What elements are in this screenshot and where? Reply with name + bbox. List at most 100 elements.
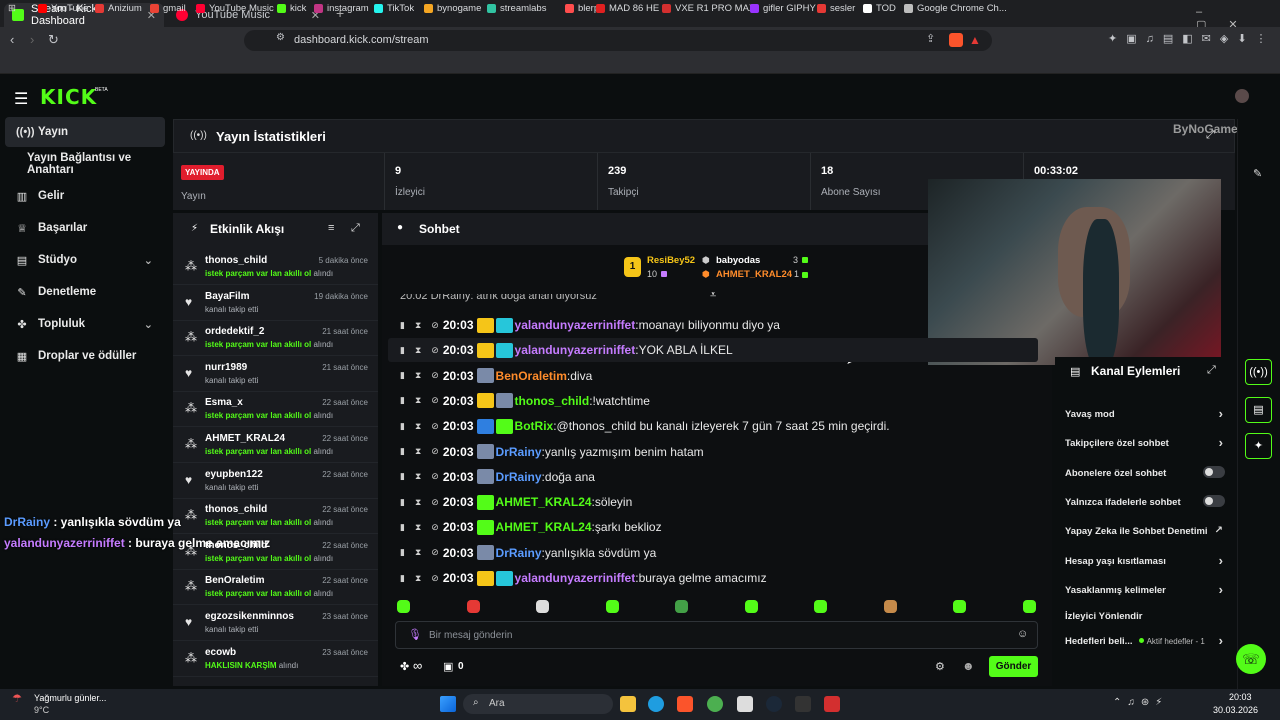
bookmark-item[interactable]: Google Chrome Ch... (904, 3, 1007, 14)
bookmark-item[interactable]: TOD (863, 3, 896, 14)
ban-icon[interactable]: ⊘ (431, 497, 439, 508)
chat-username[interactable]: thonos_child (515, 394, 590, 408)
timeout-icon[interactable]: ⧗ (415, 547, 421, 558)
channel-action-item[interactable]: Yalnızca ifadelerle sohbet (1065, 495, 1225, 508)
trash-icon[interactable]: ▣ (443, 660, 453, 673)
ban-icon[interactable]: ⊘ (431, 370, 439, 381)
toggle-switch[interactable] (1203, 466, 1225, 478)
activity-item[interactable]: ⁂ thonos_child 22 saat önce istek parçam va… (173, 535, 378, 570)
channel-action-item[interactable]: Yapay Zeka ile Sohbet Denetimi ↗ (1065, 525, 1225, 537)
bookmark-item[interactable]: VXE R1 PRO MAX (662, 3, 755, 14)
activity-item[interactable]: ⁂ ecowb 23 saat önce HAKLISIN KARŞİM alındı (173, 642, 378, 677)
chevron-down-icon[interactable]: ⌄ (144, 318, 153, 331)
chat-username[interactable]: AHMET_KRAL24 (496, 520, 592, 534)
delete-message-icon[interactable]: ▮ (400, 497, 405, 508)
file-explorer-icon[interactable] (620, 696, 636, 712)
bookmark-item[interactable]: gmail (150, 3, 186, 14)
delete-message-icon[interactable]: ▮ (400, 345, 405, 356)
activity-item[interactable]: ♥ nurr1989 21 saat önce kanalı takip etti (173, 357, 378, 392)
bookmark-item[interactable]: MAD 86 HE (596, 3, 659, 14)
forward-icon[interactable]: › (30, 32, 34, 47)
chat-message[interactable]: ▮ ⧗ ⊘ 20:03 yalandunyazerriniffet: YOK ABLA … (388, 338, 1038, 363)
chat-message[interactable]: ▮ ⧗ ⊘ 20:03 DrRainy: yanlış yazmışım benim h… (388, 440, 1038, 464)
activity-user[interactable]: thonos_child (205, 504, 267, 515)
activity-item[interactable]: ♥ BayaFilm 19 dakika önce kanalı takip etti (173, 286, 378, 321)
emote-icon[interactable] (1022, 600, 1036, 613)
ban-icon[interactable]: ⊘ (431, 471, 439, 482)
emote-icon[interactable] (814, 600, 827, 613)
menu-icon[interactable]: ☰ (14, 89, 28, 109)
bookmark-item[interactable]: sesler (817, 3, 855, 14)
ban-icon[interactable]: ⊘ (431, 421, 439, 432)
filter-icon[interactable]: ≡ (328, 222, 334, 234)
chevron-right-icon[interactable]: › (1219, 582, 1223, 597)
ban-icon[interactable]: ⊘ (431, 320, 439, 331)
chevron-down-icon[interactable]: ⌄ (144, 254, 153, 267)
activity-user[interactable]: ecowb (205, 647, 236, 658)
activity-item[interactable]: ♥ eyupben122 22 saat önce kanalı takip etti (173, 464, 378, 499)
bookmark-item[interactable]: blerp (565, 3, 599, 14)
delete-message-icon[interactable]: ▮ (400, 395, 405, 406)
bookmark-item[interactable]: TikTok (374, 3, 414, 14)
extension-icons[interactable]: ✦▣♫▤◧✉◈⬇⋮ (1108, 32, 1276, 45)
channel-action-item[interactable]: Yavaş mod › (1065, 406, 1225, 421)
external-link-icon[interactable]: ↗ (1215, 525, 1223, 536)
activity-item[interactable]: ♥ egzozsikenminnos 23 saat önce kanalı taki… (173, 606, 378, 641)
bookmark-item[interactable]: gifler GIPHY (750, 3, 816, 14)
chat-message[interactable]: ▮ ⧗ ⊘ 20:03 DrRainy: doğa ana (388, 465, 1038, 489)
sidebar-item-5[interactable]: ✎ Denetleme (5, 277, 165, 307)
activity-user[interactable]: AHMET_KRAL24 (205, 433, 285, 444)
edge-icon[interactable] (648, 696, 664, 712)
channel-action-item[interactable]: Takipçilere özel sohbet › (1065, 435, 1225, 450)
back-icon[interactable]: ‹ (10, 32, 14, 47)
activity-item[interactable]: ⁂ BenOraletim 22 saat önce istek parçam var… (173, 570, 378, 606)
ban-icon[interactable]: ⊘ (431, 395, 439, 406)
kick-logo[interactable]: KICK (40, 85, 97, 109)
brave-rewards-icon[interactable]: ▲ (969, 33, 981, 47)
delete-message-icon[interactable]: ▮ (400, 421, 405, 432)
top-supporter-name[interactable]: AHMET_KRAL24 (716, 269, 792, 280)
steam-icon[interactable] (766, 696, 782, 712)
delete-message-icon[interactable]: ▮ (400, 573, 405, 584)
system-tray-icons[interactable]: ⌃♫⊛⚡ (1113, 697, 1168, 708)
site-info-icon[interactable]: ⚙ (276, 32, 285, 43)
reload-icon[interactable]: ↻ (48, 32, 59, 48)
bookmark-item[interactable]: instagram (314, 3, 369, 14)
timeout-icon[interactable]: ⧗ (415, 471, 421, 482)
activity-user[interactable]: thonos_child (205, 540, 267, 551)
delete-message-icon[interactable]: ▮ (400, 370, 405, 381)
popout-icon[interactable]: ⤢ (1207, 364, 1216, 377)
timeout-icon[interactable]: ⧗ (415, 395, 421, 406)
channel-action-item[interactable]: İzleyici Yönlendir (1065, 611, 1225, 622)
emoji-picker-icon[interactable]: ☺ (1017, 628, 1028, 640)
delete-message-icon[interactable]: ▮ (400, 522, 405, 533)
top-supporter-name[interactable]: ResiBey52 (647, 255, 695, 266)
chat-message[interactable]: ▮ ⧗ ⊘ 20:03 BotRix: @thonos_child bu kanalı … (388, 414, 1038, 438)
activity-user[interactable]: BayaFilm (205, 291, 249, 302)
share-icon[interactable]: ⇪ (926, 32, 935, 45)
channel-action-item[interactable]: Hesap yaşı kısıtlaması › (1065, 553, 1225, 568)
delete-message-icon[interactable]: ▮ (400, 547, 405, 558)
rail-tools-button[interactable]: ✦ (1245, 433, 1272, 459)
emote-settings-icon[interactable]: ☻ (962, 659, 975, 673)
activity-user[interactable]: eyupben122 (205, 469, 263, 480)
chat-username[interactable]: DrRainy (496, 546, 542, 560)
activity-item[interactable]: ⁂ thonos_child 5 dakika önce istek parçam v… (173, 250, 378, 285)
chat-message[interactable]: ▮ ⧗ ⊘ 20:03 DrRainy: yanlışıkla sövdüm ya (388, 541, 1038, 565)
mic-icon[interactable]: 🎙 (408, 628, 422, 641)
taskbar-search[interactable]: Ara (463, 694, 613, 714)
timeout-icon[interactable]: ⧗ (415, 522, 421, 533)
ban-icon[interactable]: ⊘ (431, 446, 439, 457)
activity-user[interactable]: thonos_child (205, 255, 267, 266)
emote-icon[interactable] (466, 600, 480, 613)
sidebar-item-3[interactable]: ♕ Başarılar (5, 213, 165, 243)
delete-message-icon[interactable]: ▮ (400, 471, 405, 482)
chat-username[interactable]: AHMET_KRAL24 (496, 495, 592, 509)
chrome-icon[interactable] (707, 696, 723, 712)
chat-message[interactable]: ▮ ⧗ ⊘ 20:03 AHMET_KRAL24: söleyin (388, 490, 1038, 514)
ban-icon[interactable]: ⊘ (431, 522, 439, 533)
activity-user[interactable]: egzozsikenminnos (205, 611, 294, 622)
chevron-right-icon[interactable]: › (1219, 406, 1223, 421)
rail-panel-button[interactable]: ▤ (1245, 397, 1272, 423)
chevron-right-icon[interactable]: › (1219, 435, 1223, 450)
